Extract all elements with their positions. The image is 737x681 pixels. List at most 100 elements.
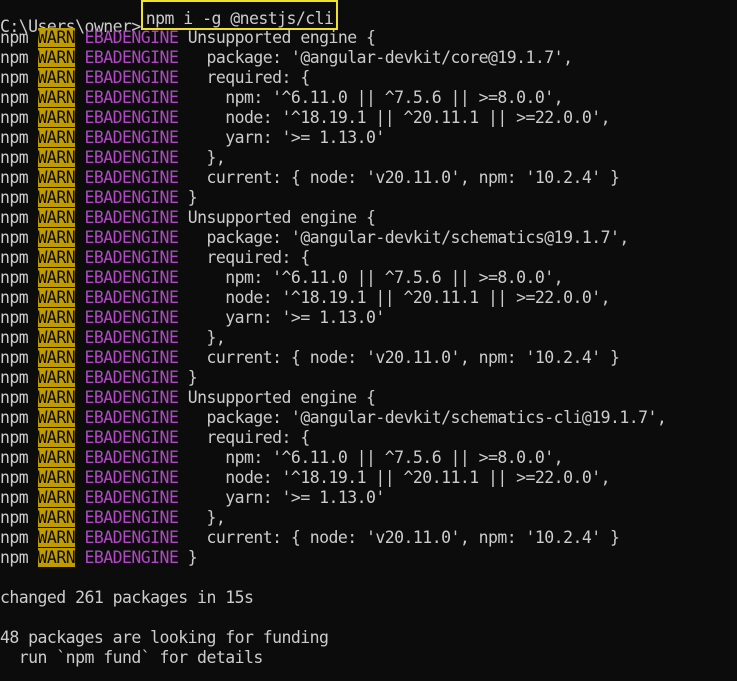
warn-badge: WARN: [37, 328, 76, 347]
warn-line: npm WARN EBADENGINE required: {: [0, 248, 737, 268]
ebadengine-code: EBADENGINE: [84, 228, 179, 247]
warn-badge: WARN: [37, 128, 76, 147]
warn-message: package: '@angular-devkit/core@19.1.7',: [178, 48, 573, 67]
warn-message: node: '^18.19.1 || ^20.11.1 || >=22.0.0'…: [178, 288, 610, 307]
warn-message: required: {: [178, 248, 310, 267]
warn-message: yarn: '>= 1.13.0': [178, 488, 385, 507]
warn-badge: WARN: [37, 28, 76, 47]
warn-badge: WARN: [37, 268, 76, 287]
warn-message: node: '^18.19.1 || ^20.11.1 || >=22.0.0'…: [178, 108, 610, 127]
npm-prefix: npm: [0, 128, 29, 147]
warn-badge: WARN: [37, 48, 76, 67]
warn-line: npm WARN EBADENGINE }: [0, 368, 737, 388]
npm-prefix: npm: [0, 28, 29, 47]
funding-notice: 48 packages are looking for funding: [0, 628, 329, 647]
ebadengine-code: EBADENGINE: [84, 548, 179, 567]
npm-prefix: npm: [0, 548, 29, 567]
ebadengine-code: EBADENGINE: [84, 408, 179, 427]
warn-badge: WARN: [37, 448, 76, 467]
ebadengine-code: EBADENGINE: [84, 148, 179, 167]
warn-message: yarn: '>= 1.13.0': [178, 128, 385, 147]
command-highlight-box: npm i -g @nestjs/cli: [140, 0, 339, 30]
ebadengine-code: EBADENGINE: [84, 268, 179, 287]
warn-badge: WARN: [37, 108, 76, 127]
npm-prefix: npm: [0, 428, 29, 447]
npm-prefix: npm: [0, 408, 29, 427]
warn-line: npm WARN EBADENGINE current: { node: 'v2…: [0, 168, 737, 188]
warn-message: Unsupported engine {: [178, 388, 376, 407]
warn-line: npm WARN EBADENGINE yarn: '>= 1.13.0': [0, 308, 737, 328]
warn-message: yarn: '>= 1.13.0': [178, 308, 385, 327]
warn-line: npm WARN EBADENGINE npm: '^6.11.0 || ^7.…: [0, 88, 737, 108]
npm-prefix: npm: [0, 148, 29, 167]
ebadengine-code: EBADENGINE: [84, 168, 179, 187]
ebadengine-code: EBADENGINE: [84, 188, 179, 207]
warn-message: }: [178, 368, 198, 387]
prompt-line: C:\Users\owner> npm i -g @nestjs/cli: [0, 0, 737, 36]
fund-hint: run `npm fund` for details: [0, 648, 264, 667]
warn-line: npm WARN EBADENGINE node: '^18.19.1 || ^…: [0, 468, 737, 488]
warn-line: npm WARN EBADENGINE Unsupported engine {: [0, 28, 737, 48]
warn-line: npm WARN EBADENGINE },: [0, 328, 737, 348]
warn-badge: WARN: [37, 308, 76, 327]
warn-badge: WARN: [37, 408, 76, 427]
npm-prefix: npm: [0, 488, 29, 507]
warn-message: },: [178, 148, 226, 167]
ebadengine-code: EBADENGINE: [84, 68, 179, 87]
ebadengine-code: EBADENGINE: [84, 448, 179, 467]
warn-message: current: { node: 'v20.11.0', npm: '10.2.…: [178, 528, 620, 547]
ebadengine-code: EBADENGINE: [84, 108, 179, 127]
warn-line: npm WARN EBADENGINE }: [0, 188, 737, 208]
warn-line: npm WARN EBADENGINE package: '@angular-d…: [0, 408, 737, 428]
ebadengine-code: EBADENGINE: [84, 308, 179, 327]
warn-badge: WARN: [37, 248, 76, 267]
warn-line: npm WARN EBADENGINE Unsupported engine {: [0, 208, 737, 228]
ebadengine-code: EBADENGINE: [84, 28, 179, 47]
warn-badge: WARN: [37, 208, 76, 227]
npm-prefix: npm: [0, 168, 29, 187]
npm-prefix: npm: [0, 368, 29, 387]
warn-line: npm WARN EBADENGINE yarn: '>= 1.13.0': [0, 488, 737, 508]
warn-line: npm WARN EBADENGINE npm: '^6.11.0 || ^7.…: [0, 448, 737, 468]
npm-prefix: npm: [0, 88, 29, 107]
warn-badge: WARN: [37, 228, 76, 247]
terminal-window[interactable]: C:\Users\owner> npm i -g @nestjs/cli npm …: [0, 0, 737, 681]
ebadengine-code: EBADENGINE: [84, 388, 179, 407]
npm-prefix: npm: [0, 48, 29, 67]
warn-badge: WARN: [37, 288, 76, 307]
npm-prefix: npm: [0, 288, 29, 307]
command-text: npm i -g @nestjs/cli: [145, 9, 334, 28]
npm-prefix: npm: [0, 208, 29, 227]
npm-prefix: npm: [0, 448, 29, 467]
warn-message: Unsupported engine {: [178, 28, 376, 47]
ebadengine-code: EBADENGINE: [84, 428, 179, 447]
warn-line: npm WARN EBADENGINE Unsupported engine {: [0, 388, 737, 408]
warn-message: Unsupported engine {: [178, 208, 376, 227]
ebadengine-code: EBADENGINE: [84, 348, 179, 367]
warn-badge: WARN: [37, 508, 76, 527]
npm-prefix: npm: [0, 528, 29, 547]
changed-summary: changed 261 packages in 15s: [0, 588, 254, 607]
warn-badge: WARN: [37, 548, 76, 567]
warn-badge: WARN: [37, 528, 76, 547]
warn-line: npm WARN EBADENGINE package: '@angular-d…: [0, 48, 737, 68]
npm-prefix: npm: [0, 228, 29, 247]
warn-badge: WARN: [37, 188, 76, 207]
warn-line: npm WARN EBADENGINE required: {: [0, 428, 737, 448]
warn-line: npm WARN EBADENGINE npm: '^6.11.0 || ^7.…: [0, 268, 737, 288]
npm-prefix: npm: [0, 508, 29, 527]
npm-prefix: npm: [0, 268, 29, 287]
ebadengine-code: EBADENGINE: [84, 88, 179, 107]
npm-prefix: npm: [0, 68, 29, 87]
warn-badge: WARN: [37, 488, 76, 507]
ebadengine-code: EBADENGINE: [84, 328, 179, 347]
warn-message: required: {: [178, 68, 310, 87]
warn-message: package: '@angular-devkit/schematics-cli…: [178, 408, 667, 427]
ebadengine-code: EBADENGINE: [84, 128, 179, 147]
warn-line: npm WARN EBADENGINE current: { node: 'v2…: [0, 528, 737, 548]
warn-message: current: { node: 'v20.11.0', npm: '10.2.…: [178, 168, 620, 187]
warn-message: current: { node: 'v20.11.0', npm: '10.2.…: [178, 348, 620, 367]
warn-message: required: {: [178, 428, 310, 447]
